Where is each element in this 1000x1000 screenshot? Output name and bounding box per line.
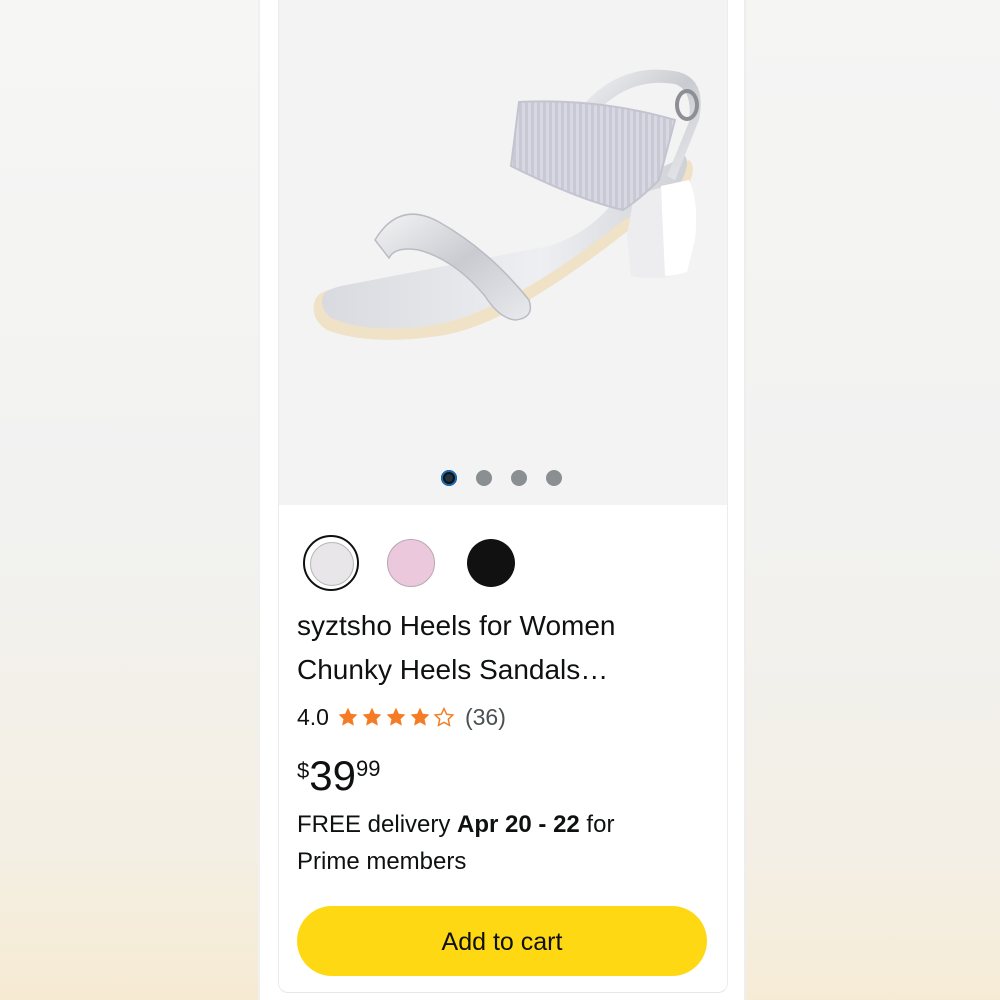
star-filled-icon <box>338 707 358 726</box>
star-filled-icon <box>362 707 382 726</box>
product-card[interactable]: syztsho Heels for Women Chunky Heels San… <box>278 0 728 993</box>
carousel-dots <box>279 470 727 486</box>
carousel-dot-3[interactable] <box>511 470 527 486</box>
carousel-dot-4[interactable] <box>546 470 562 486</box>
review-count: (36) <box>464 703 506 730</box>
carousel-dot-1[interactable] <box>441 470 457 486</box>
image-carousel[interactable] <box>279 0 727 505</box>
product-title[interactable]: syztsho Heels for Women Chunky Heels San… <box>297 604 707 692</box>
carousel-dot-2[interactable] <box>476 470 492 486</box>
add-to-cart-button[interactable]: Add to cart <box>297 906 707 976</box>
price-fraction: 99 <box>355 756 381 781</box>
product-title-line-1: syztsho Heels for Women <box>297 610 616 641</box>
delivery-dates: Apr 20 - 22 <box>457 811 580 838</box>
background-right <box>745 0 1000 1000</box>
star-rating <box>337 706 457 728</box>
swatch-silver-fill <box>310 542 354 586</box>
product-image[interactable] <box>279 0 727 460</box>
rating-value: 4.0 <box>297 703 329 730</box>
swatch-pink[interactable] <box>387 539 435 587</box>
product-title-line-2: Chunky Heels Sandals… <box>297 654 609 685</box>
delivery-info: FREE delivery Apr 20 - 22 for Prime memb… <box>297 806 717 880</box>
star-filled-icon <box>410 707 430 726</box>
price: $ 39 99 <box>297 750 380 802</box>
background-left <box>0 0 258 1000</box>
star-empty-icon <box>433 706 455 727</box>
swatch-silver[interactable] <box>303 535 359 591</box>
star-filled-icon <box>386 707 406 726</box>
color-swatches <box>303 535 603 591</box>
delivery-prefix: FREE delivery <box>297 811 458 838</box>
product-card-column: syztsho Heels for Women Chunky Heels San… <box>260 0 744 1000</box>
card-border-right <box>744 0 746 1000</box>
swatch-black[interactable] <box>467 539 515 587</box>
rating-row[interactable]: 4.0 (36) <box>297 702 506 732</box>
price-whole: 39 <box>309 752 356 799</box>
price-currency: $ <box>297 758 310 783</box>
delivery-suffix: for <box>579 811 615 838</box>
delivery-prime: Prime members <box>297 848 467 875</box>
